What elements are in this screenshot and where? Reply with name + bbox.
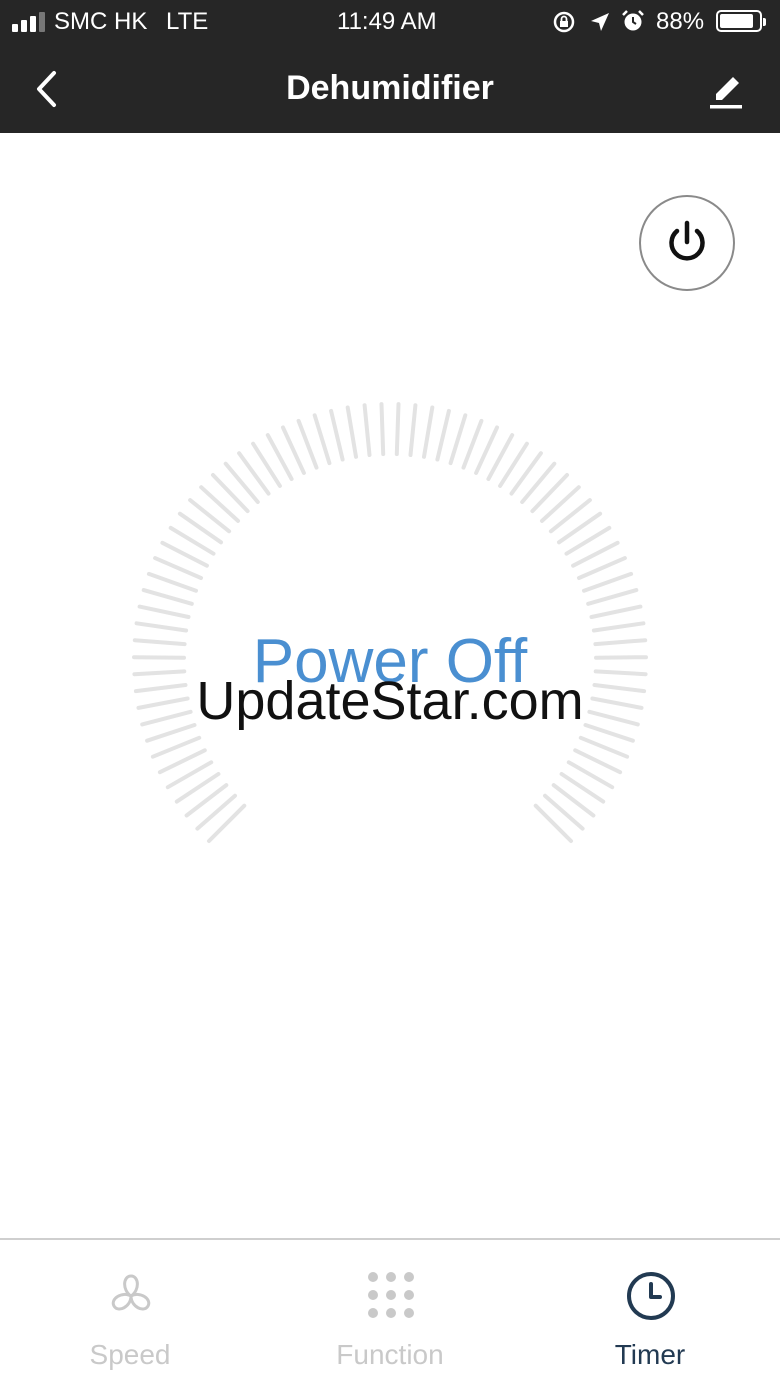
location-icon	[591, 13, 609, 31]
power-icon	[669, 220, 705, 261]
dial-tick	[296, 418, 319, 470]
pencil-icon	[710, 77, 742, 109]
edit-button[interactable]	[700, 68, 752, 114]
network-label: LTE	[166, 8, 209, 35]
dial-tick	[150, 735, 202, 759]
dial-tick	[422, 405, 435, 459]
power-button[interactable]	[639, 195, 735, 291]
tab-speed[interactable]: Speed	[0, 1240, 260, 1387]
status-bar: SMC HK LTE 11:49 AM 88%	[0, 0, 780, 44]
dial-tick	[530, 473, 569, 514]
signal-icon	[12, 12, 45, 32]
tab-function[interactable]: Function	[260, 1240, 520, 1387]
clock-time: 11:49 AM	[337, 8, 437, 35]
dial-tick	[329, 408, 345, 462]
dial-tick	[211, 473, 250, 514]
dial-tick	[207, 803, 247, 843]
dial-tick	[362, 403, 372, 457]
dial-tick	[586, 588, 639, 606]
dial-tick	[141, 588, 194, 606]
battery-icon	[716, 10, 766, 32]
tab-timer-label: Timer	[614, 1339, 686, 1370]
dial-tick	[578, 735, 630, 759]
dial-tick	[461, 418, 484, 470]
dial-tick	[448, 413, 468, 466]
tab-function-label: Function	[336, 1339, 444, 1370]
watermark-text: UpdateStar.com	[196, 671, 584, 731]
dial-tick	[379, 402, 386, 457]
dial-tick	[582, 571, 634, 593]
tab-speed-label: Speed	[89, 1339, 171, 1370]
dial-tick	[394, 402, 401, 457]
nav-bar: Dehumidifier	[0, 44, 780, 133]
page-title: Dehumidifier	[286, 69, 494, 107]
tab-timer[interactable]: Timer	[520, 1240, 780, 1387]
fan-icon	[111, 1274, 151, 1311]
grid-dots-icon	[368, 1272, 414, 1318]
dial-tick	[589, 604, 643, 619]
tab-bar: Speed Function Timer	[0, 1238, 780, 1387]
main-panel: Power Off UpdateStar.com	[0, 133, 780, 1238]
dial-tick	[408, 403, 418, 457]
dial-tick	[345, 405, 358, 459]
carrier-label: SMC HK	[54, 8, 148, 35]
dial-tick	[533, 803, 573, 843]
dial-tick	[137, 604, 191, 619]
dial-tick	[312, 413, 332, 466]
rotation-lock-icon	[553, 11, 575, 33]
battery-percent: 88%	[656, 8, 705, 35]
dial-tick	[435, 408, 451, 462]
alarm-icon	[622, 10, 644, 31]
clock-icon	[627, 1272, 675, 1320]
dial-tick	[146, 571, 198, 593]
